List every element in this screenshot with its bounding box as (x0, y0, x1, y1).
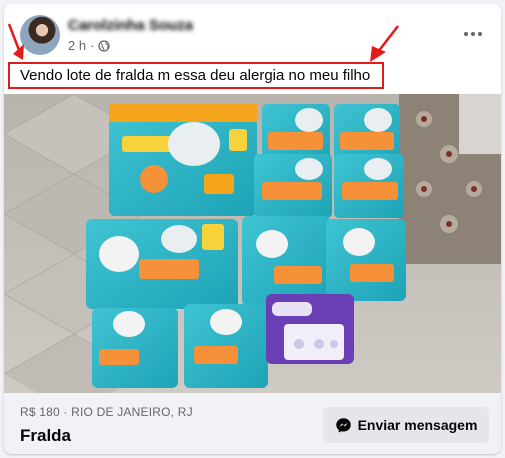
meta-separator: · (90, 38, 95, 53)
diaper-pack (109, 104, 257, 216)
listing-title[interactable]: Fralda (20, 426, 71, 446)
author-name[interactable]: Carolzinha Souza (68, 17, 193, 34)
post-meta: 2 h · (68, 38, 111, 53)
listing-footer: R$ 180 · RIO DE JANEIRO, RJ Fralda Envia… (4, 393, 501, 454)
globe-icon (98, 39, 111, 52)
right-annotation-arrow-icon (370, 25, 399, 62)
messenger-icon (335, 417, 351, 433)
send-message-button[interactable]: Enviar mensagem (323, 407, 489, 443)
send-message-label: Enviar mensagem (357, 417, 478, 433)
avatar[interactable] (20, 15, 60, 55)
more-options-icon[interactable] (459, 22, 487, 46)
marketplace-post-card: Carolzinha Souza 2 h · Vendo lote de fra… (4, 4, 501, 454)
post-caption: Vendo lote de fralda m essa deu alergia … (20, 67, 371, 84)
price-location: R$ 180 · RIO DE JANEIRO, RJ (20, 405, 193, 419)
listing-photo[interactable] (4, 94, 501, 393)
timestamp[interactable]: 2 h (68, 38, 86, 53)
left-annotation-arrow-icon (7, 23, 24, 60)
